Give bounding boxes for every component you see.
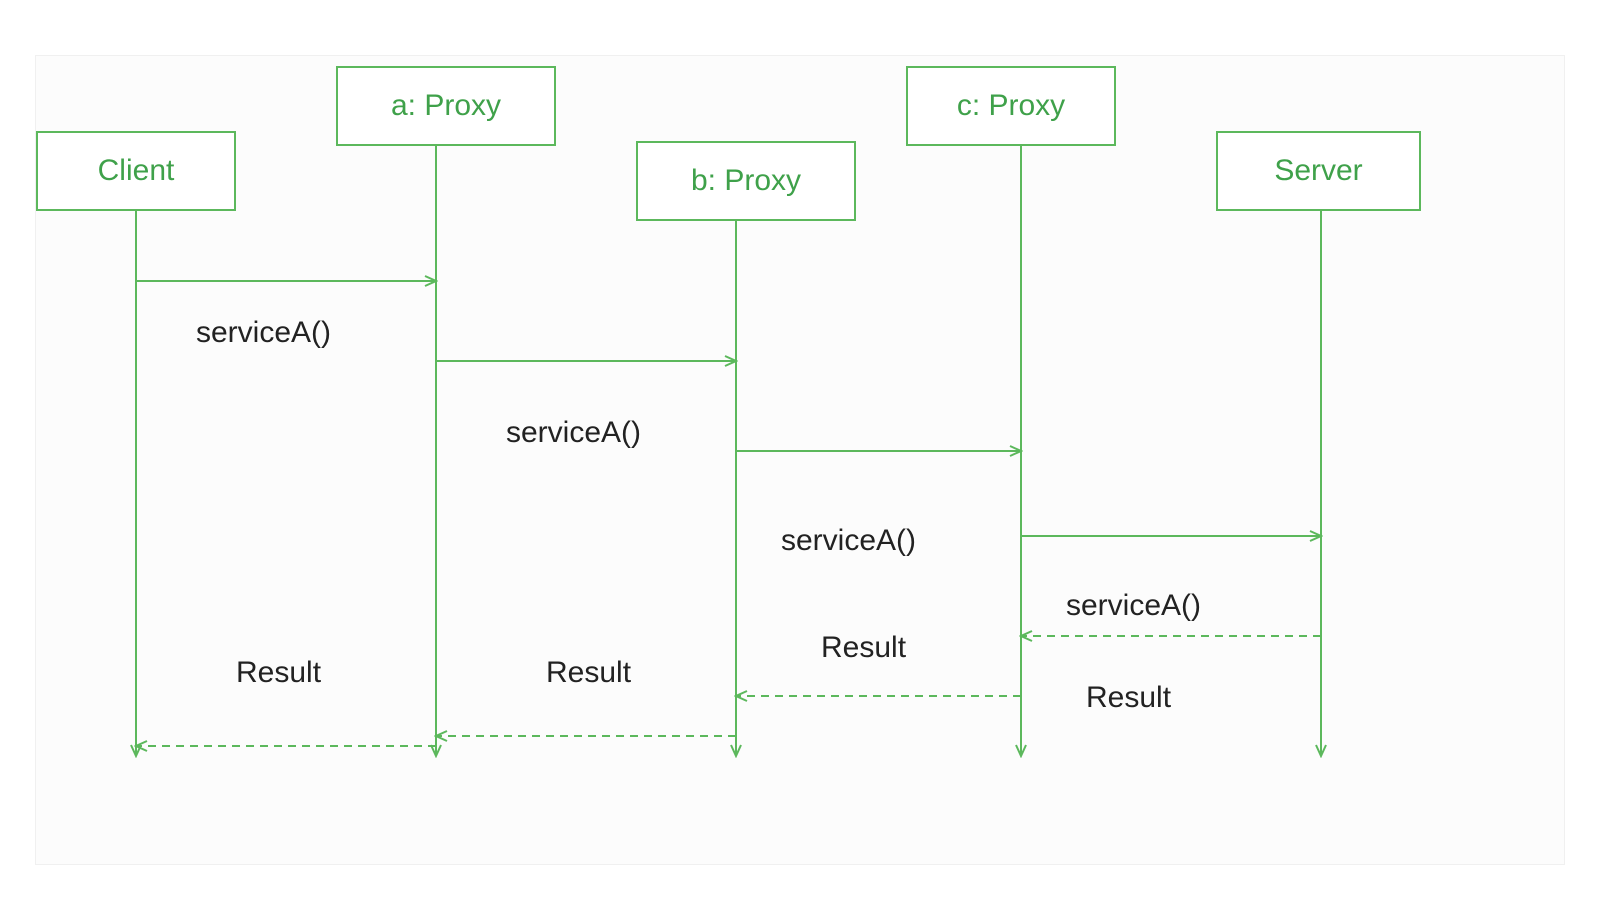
message-label-r1: Result: [236, 656, 321, 690]
participant-proxy-c: c: Proxy: [906, 66, 1116, 146]
message-label-m3: serviceA(): [781, 524, 916, 558]
message-label-r3: Result: [821, 631, 906, 665]
participant-client-label: Client: [98, 154, 175, 188]
participant-proxy-a: a: Proxy: [336, 66, 556, 146]
participant-server: Server: [1216, 131, 1421, 211]
message-label-r2: Result: [546, 656, 631, 690]
message-label-r4: Result: [1086, 681, 1171, 715]
participant-proxy-b: b: Proxy: [636, 141, 856, 221]
participant-proxy-b-label: b: Proxy: [691, 164, 801, 198]
participant-server-label: Server: [1274, 154, 1362, 188]
message-label-m4: serviceA(): [1066, 589, 1201, 623]
message-label-m1: serviceA(): [196, 316, 331, 350]
participant-proxy-c-label: c: Proxy: [957, 89, 1065, 123]
participant-client: Client: [36, 131, 236, 211]
participant-proxy-a-label: a: Proxy: [391, 89, 501, 123]
diagram-canvas: Client a: Proxy b: Proxy c: Proxy Server…: [35, 55, 1565, 865]
message-label-m2: serviceA(): [506, 416, 641, 450]
